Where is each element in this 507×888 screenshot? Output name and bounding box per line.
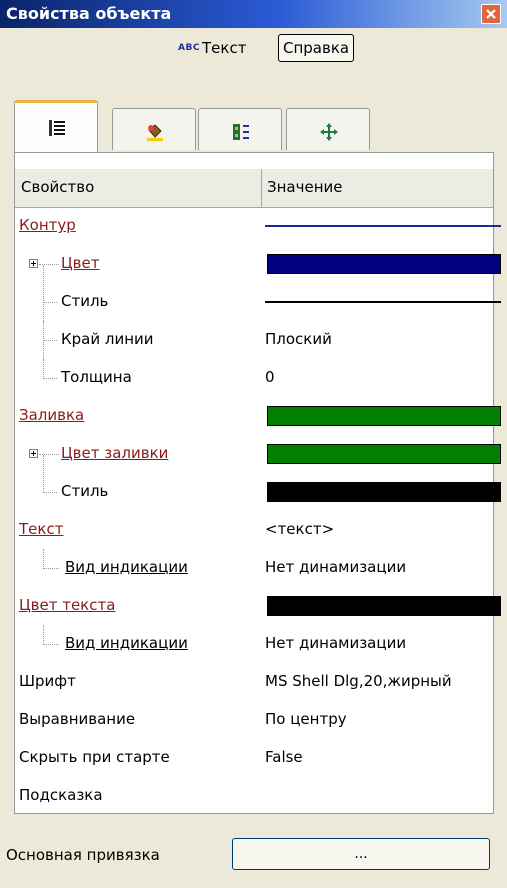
browse-binding-button[interactable]: ... xyxy=(232,838,490,870)
color-swatch xyxy=(267,254,501,274)
outline-line-preview xyxy=(265,225,501,227)
property-label: Подсказка xyxy=(19,786,103,804)
expand-plus-icon[interactable] xyxy=(29,259,38,268)
property-row-text-indication[interactable]: Вид индикации Нет динамизации xyxy=(15,549,493,587)
tab-properties[interactable] xyxy=(14,100,98,152)
property-row-outline[interactable]: Контур xyxy=(15,207,501,245)
object-type-label: Текст xyxy=(202,39,247,57)
help-button[interactable]: Справка xyxy=(278,34,355,62)
column-header-value: Значение xyxy=(267,178,343,196)
property-value: Плоский xyxy=(265,330,332,348)
property-value: Нет динамизации xyxy=(265,634,407,652)
property-label: Цвет xyxy=(61,254,100,272)
line-style-preview xyxy=(265,301,501,303)
property-label: Шрифт xyxy=(19,672,76,690)
property-row-fill[interactable]: Заливка xyxy=(15,397,501,435)
property-row-color-indication[interactable]: Вид индикации Нет динамизации xyxy=(15,625,493,663)
property-value: MS Shell Dlg,20,жирный xyxy=(265,672,452,690)
property-value: По центру xyxy=(265,710,347,728)
column-divider[interactable] xyxy=(261,169,262,207)
expand-plus-icon[interactable] xyxy=(29,449,38,458)
close-icon xyxy=(486,9,496,19)
property-label: Толщина xyxy=(61,368,132,386)
property-label: Выравнивание xyxy=(19,710,136,728)
property-row-text[interactable]: Текст <текст> xyxy=(15,511,493,549)
property-row-fill-color[interactable]: Цвет заливки xyxy=(15,435,501,473)
main-binding-label: Основная привязка xyxy=(6,846,160,864)
color-swatch xyxy=(267,596,501,616)
property-row-hide-on-start[interactable]: Скрыть при старте False xyxy=(15,739,493,777)
column-header-property: Свойство xyxy=(21,178,95,196)
tab-appearance[interactable] xyxy=(112,108,196,150)
property-value: 0 xyxy=(265,368,275,386)
property-row-text-color[interactable]: Цвет текста xyxy=(15,587,501,625)
property-label: Текст xyxy=(19,520,64,538)
property-label: Цвет текста xyxy=(19,596,116,614)
object-properties-window: Свойства объекта ABC Текст Справка Свойс… xyxy=(0,0,507,888)
object-header: ABC Текст Справка xyxy=(0,30,507,66)
property-label: Вид индикации xyxy=(65,634,188,652)
color-swatch xyxy=(267,406,501,426)
linked-panel-icon xyxy=(233,124,249,140)
grid-header: Свойство Значение xyxy=(15,169,493,208)
title-bar[interactable]: Свойства объекта xyxy=(0,0,507,28)
property-value: Нет динамизации xyxy=(265,558,407,576)
color-swatch xyxy=(267,444,501,464)
property-tabs xyxy=(14,100,494,152)
property-row-outline-style[interactable]: Стиль xyxy=(15,265,501,321)
property-row-line-end[interactable]: Край линии Плоский xyxy=(15,321,493,359)
property-row-tooltip[interactable]: Подсказка xyxy=(15,777,493,815)
property-label: Вид индикации xyxy=(65,558,188,576)
property-label: Стиль xyxy=(61,292,109,310)
move-arrows-icon xyxy=(320,123,338,141)
property-value: False xyxy=(265,748,303,766)
tab-linking[interactable] xyxy=(198,108,282,150)
paint-bucket-icon xyxy=(147,124,163,141)
text-type-icon: ABC xyxy=(178,43,200,53)
property-label: Заливка xyxy=(19,406,85,424)
close-button[interactable] xyxy=(481,4,501,24)
property-row-thickness[interactable]: Толщина 0 xyxy=(15,359,493,397)
property-row-alignment[interactable]: Выравнивание По центру xyxy=(15,701,493,739)
property-label: Цвет заливки xyxy=(61,444,169,462)
list-properties-icon xyxy=(49,120,65,136)
property-row-font[interactable]: Шрифт MS Shell Dlg,20,жирный xyxy=(15,663,493,701)
property-label: Край линии xyxy=(61,330,154,348)
color-swatch xyxy=(267,482,501,502)
property-row-outline-color[interactable]: Цвет xyxy=(15,245,501,283)
property-grid: Свойство Значение Контур Цвет Стиль Край… xyxy=(14,152,501,815)
window-title: Свойства объекта xyxy=(6,4,172,23)
property-label: Стиль xyxy=(61,482,109,500)
property-value: <текст> xyxy=(265,520,335,538)
tab-movement[interactable] xyxy=(286,108,370,150)
property-label: Контур xyxy=(19,216,76,234)
binding-bar: Основная привязка ... xyxy=(0,826,507,888)
property-label: Скрыть при старте xyxy=(19,748,170,766)
property-row-fill-style[interactable]: Стиль xyxy=(15,455,501,511)
